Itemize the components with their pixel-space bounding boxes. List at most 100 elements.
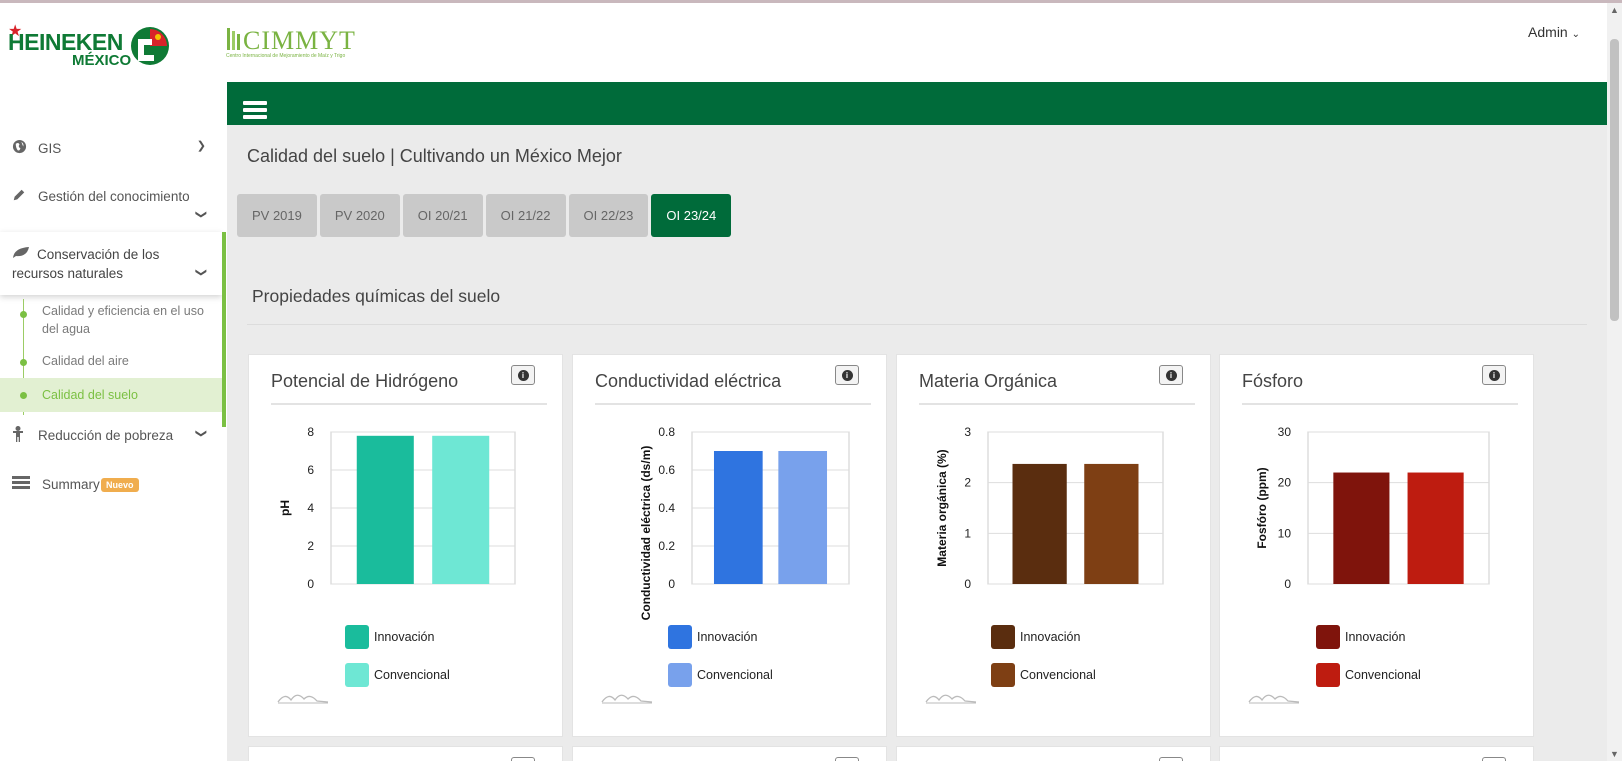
- bar-convencional[interactable]: [778, 451, 828, 584]
- chart-title: Fósforo: [1242, 371, 1304, 391]
- legend-item[interactable]: Innovación: [345, 625, 434, 649]
- legend-label: Convencional: [697, 668, 773, 682]
- scroll-up-icon[interactable]: ▲: [1610, 5, 1619, 15]
- bar-innovacion[interactable]: [713, 451, 763, 584]
- sidebar-item-summary[interactable]: Summary Nuevo: [0, 475, 222, 497]
- bar-innovacion[interactable]: [1333, 472, 1390, 584]
- info-icon: i: [517, 369, 529, 381]
- legend-item[interactable]: Innovación: [668, 625, 757, 649]
- y-tick-label: 0: [1284, 577, 1291, 591]
- info-button[interactable]: i: [1482, 365, 1506, 385]
- chart-card-partial: [1219, 746, 1534, 761]
- chart-watermark-icon: [601, 694, 653, 704]
- chart-card-ph: Potencial de Hidrógeno i 0 2 4 6 8 pH Innovación…: [248, 354, 563, 737]
- vertical-scrollbar[interactable]: ▲ ▼: [1607, 3, 1622, 761]
- legend-item[interactable]: Convencional: [668, 663, 773, 687]
- legend-swatch: [345, 625, 369, 649]
- legend-item[interactable]: Convencional: [991, 663, 1096, 687]
- info-icon[interactable]: [835, 757, 859, 761]
- y-tick-label: 0.6: [658, 463, 675, 477]
- chevron-down-icon: ⌄: [1571, 29, 1580, 40]
- section-title: Propiedades químicas del suelo: [252, 286, 501, 306]
- tab-oi-23-24[interactable]: OI 23/24: [651, 194, 732, 237]
- info-icon[interactable]: [1482, 757, 1506, 761]
- tab-oi-20-21[interactable]: OI 20/21: [402, 194, 483, 237]
- chart-title: Conductividad eléctrica: [595, 371, 782, 391]
- y-tick-label: 0: [307, 577, 314, 591]
- legend-swatch: [991, 663, 1015, 687]
- legend-item[interactable]: Convencional: [345, 663, 450, 687]
- sidebar-item-pobreza[interactable]: Reducción de pobreza ❯: [0, 426, 222, 446]
- bar-chart: 0 10 20 30 Fosfóro (ppm): [1255, 425, 1490, 591]
- tab-pv-2020[interactable]: PV 2020: [319, 194, 400, 237]
- sidebar-item-label: Reducción de pobreza: [38, 428, 174, 443]
- scrollbar-thumb[interactable]: [1610, 39, 1619, 321]
- chart-card-conductividad: Conductividad eléctrica i 0 0.2 0.4 0.6 0.8 Con…: [572, 354, 887, 737]
- chart-watermark-icon: [925, 694, 977, 704]
- submenu-item-suelo[interactable]: Calidad del suelo: [0, 378, 222, 412]
- cimmyt-logo[interactable]: CIMMYT Centro Internacional de Mejoramie…: [226, 26, 366, 62]
- heineken-logo[interactable]: ★ HEINEKEN MÉXICO: [0, 3, 226, 85]
- person-icon: [13, 426, 23, 442]
- legend-item[interactable]: Innovación: [991, 625, 1080, 649]
- submenu-item-agua[interactable]: Calidad y eficiencia en el uso del agua: [0, 302, 222, 338]
- chart-watermark-icon: [1248, 694, 1300, 704]
- window-top-border: [0, 0, 1622, 3]
- user-menu[interactable]: Admin ⌄: [1528, 24, 1580, 40]
- sidebar-item-label: GIS: [38, 141, 62, 156]
- info-icon: i: [1165, 369, 1177, 381]
- submenu-label: Calidad del aire: [42, 354, 129, 368]
- new-badge: Nuevo: [101, 478, 139, 492]
- info-button[interactable]: i: [511, 365, 535, 385]
- bar-convencional[interactable]: [1407, 472, 1464, 584]
- sidebar-item-gestion[interactable]: Gestión del conocimiento ❯: [0, 187, 222, 225]
- main-content: Calidad del suelo | Cultivando un México…: [227, 125, 1607, 761]
- timeline-dot: [20, 392, 27, 399]
- submenu-label-2: del agua: [42, 322, 90, 336]
- bar-chart: 0 1 2 3 Materia orgánica (%): [935, 425, 1164, 591]
- y-tick-label: 20: [1278, 476, 1292, 490]
- legend-swatch: [1316, 663, 1340, 687]
- y-tick-label: 10: [1278, 526, 1292, 540]
- sidebar-item-conservacion[interactable]: Conservación de los recursos naturales ❯: [0, 232, 222, 295]
- info-button[interactable]: i: [1159, 365, 1183, 385]
- info-icon[interactable]: [1159, 757, 1183, 761]
- y-tick-label: 2: [964, 476, 971, 490]
- card-divider: [1242, 403, 1518, 405]
- scroll-down-icon[interactable]: ▼: [1610, 749, 1619, 759]
- globe-icon: [12, 139, 27, 154]
- active-section-rail: [222, 232, 226, 427]
- legend-swatch: [668, 663, 692, 687]
- sidebar-item-gis[interactable]: GIS ❯: [0, 139, 222, 159]
- tab-pv-2019[interactable]: PV 2019: [237, 194, 317, 237]
- timeline-dot: [20, 311, 27, 318]
- legend-swatch: [1316, 625, 1340, 649]
- sidebar-item-label: Conservación de los: [37, 247, 160, 262]
- legend-item[interactable]: Innovación: [1316, 625, 1405, 649]
- y-tick-label: 2: [307, 539, 314, 553]
- y-axis-label: Fosfóro (ppm): [1255, 467, 1269, 548]
- bar-convencional[interactable]: [432, 435, 490, 584]
- bar-innovacion[interactable]: [1012, 463, 1067, 584]
- timeline-dot: [20, 359, 27, 366]
- section-divider: [247, 324, 1587, 325]
- submenu-item-aire[interactable]: Calidad del aire: [0, 352, 222, 372]
- legend-item[interactable]: Convencional: [1316, 663, 1421, 687]
- tab-oi-21-22[interactable]: OI 21/22: [485, 194, 566, 237]
- tab-oi-22-23[interactable]: OI 22/23: [568, 194, 649, 237]
- menu-toggle-icon[interactable]: [243, 101, 267, 120]
- chart-watermark-icon: [277, 694, 329, 704]
- bar-convencional[interactable]: [1084, 463, 1139, 584]
- bar-chart: 0 2 4 6 8 pH: [278, 425, 516, 591]
- bar-innovacion[interactable]: [356, 435, 414, 584]
- legend-swatch: [345, 663, 369, 687]
- info-button[interactable]: i: [835, 365, 859, 385]
- legend-label: Convencional: [374, 668, 450, 682]
- y-tick-label: 3: [964, 425, 971, 439]
- y-axis-label: Materia orgánica (%): [935, 449, 949, 566]
- sidebar-item-label-2: recursos naturales: [12, 266, 124, 281]
- info-icon[interactable]: [511, 757, 535, 761]
- y-tick-label: 6: [307, 463, 314, 477]
- y-tick-label: 8: [307, 425, 314, 439]
- legend-label: Innovación: [1020, 630, 1081, 644]
